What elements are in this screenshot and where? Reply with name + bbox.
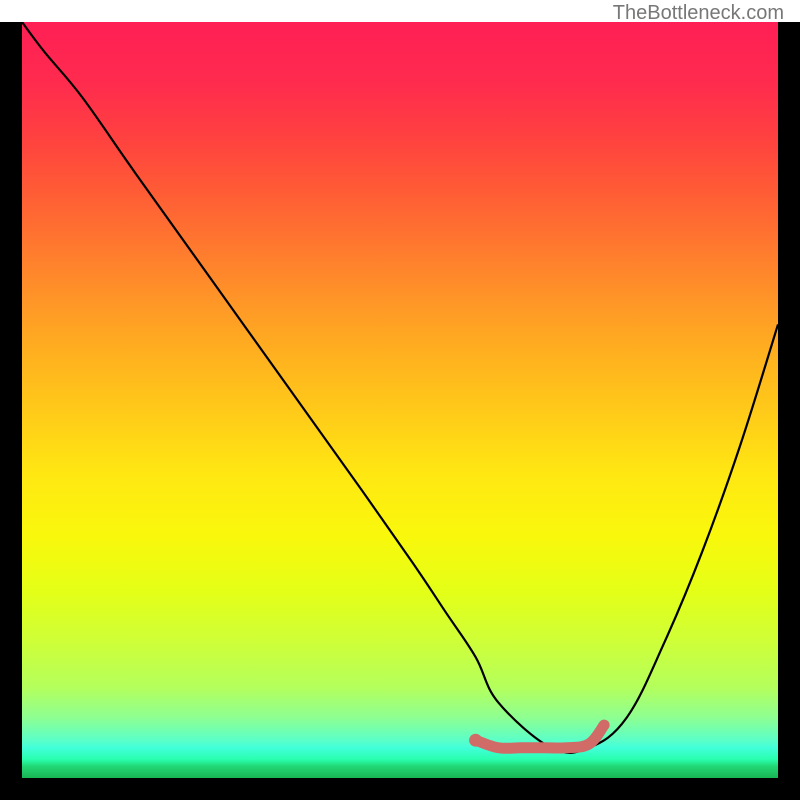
optimal-range-highlight <box>476 725 605 748</box>
chart-svg <box>22 22 778 778</box>
chart-frame <box>0 22 800 800</box>
attribution-text: TheBottleneck.com <box>613 2 784 25</box>
plot-area <box>22 22 778 778</box>
chart-container: TheBottleneck.com <box>0 0 800 800</box>
bottleneck-curve <box>22 22 778 753</box>
highlight-start-dot <box>469 734 482 747</box>
